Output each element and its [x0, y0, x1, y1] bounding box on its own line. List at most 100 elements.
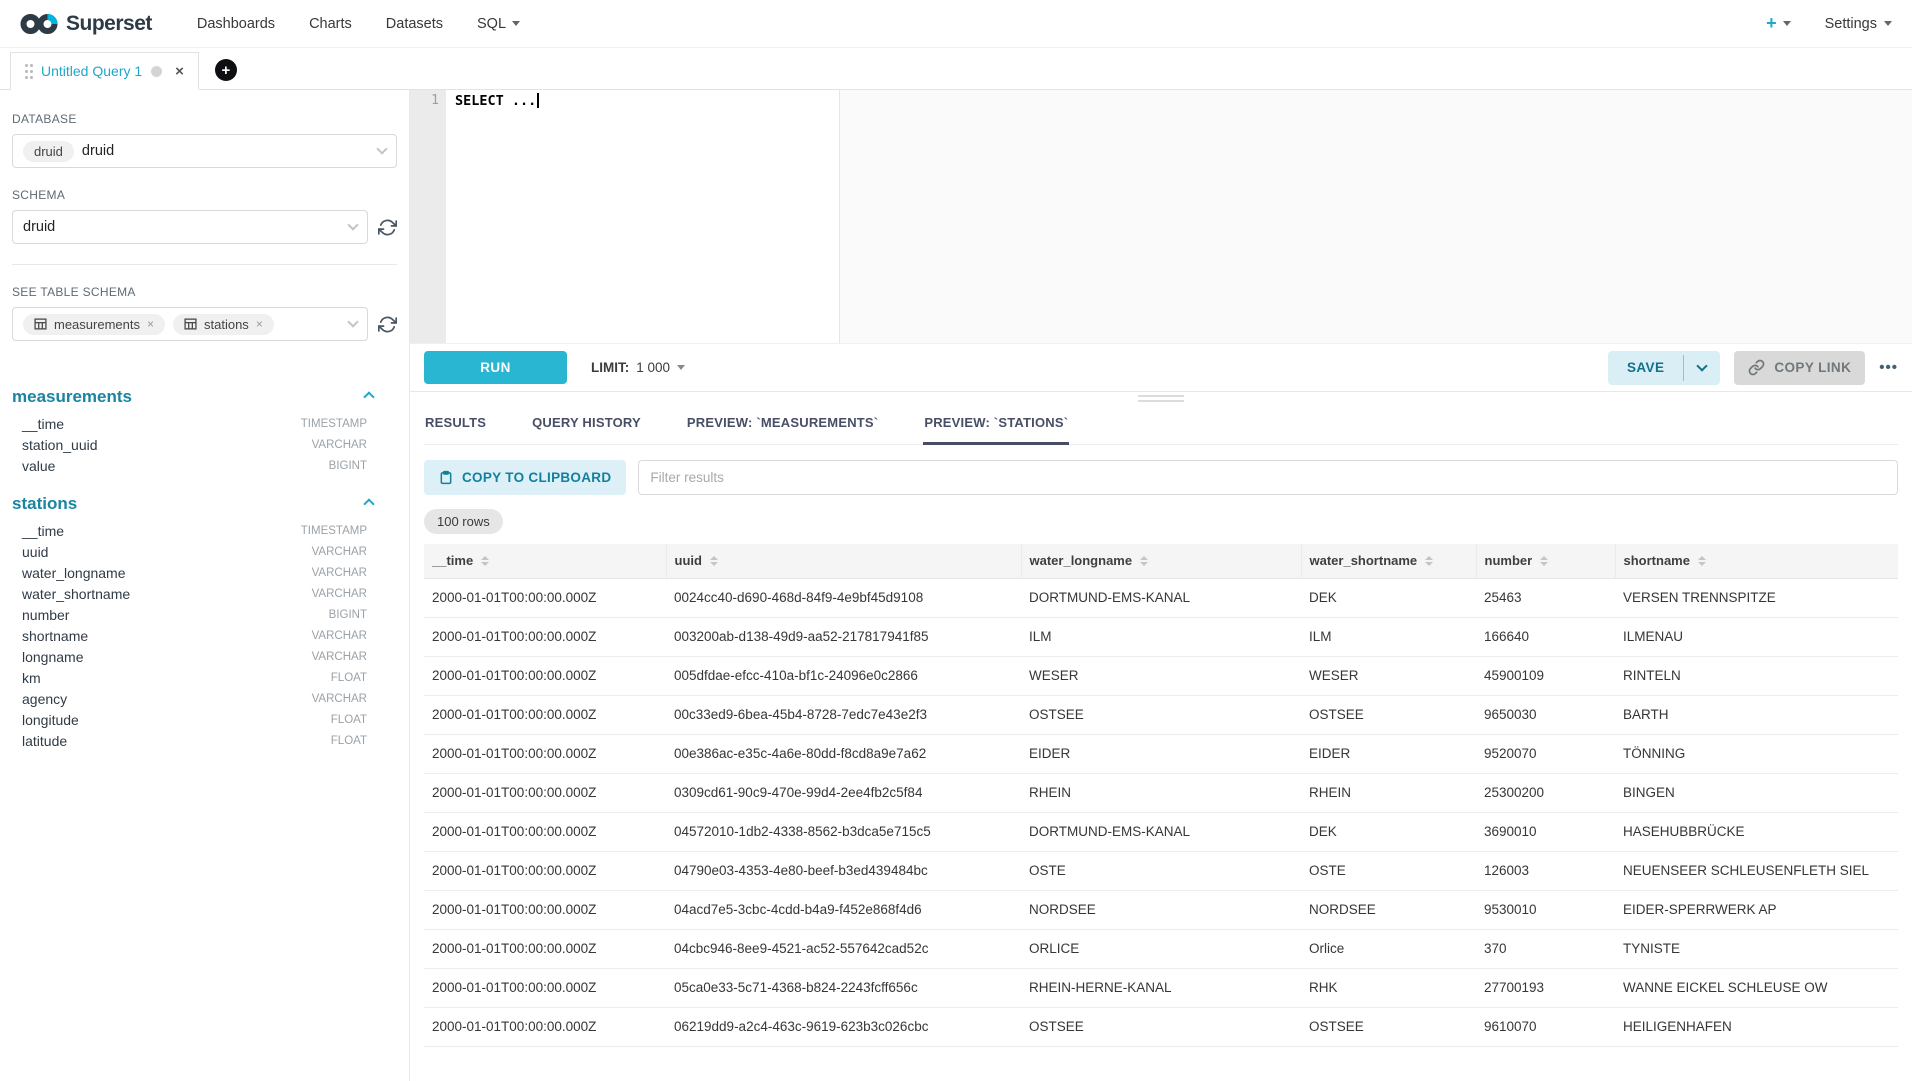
refresh-tables-icon[interactable]: [378, 315, 397, 334]
cell: ILM: [1021, 617, 1301, 656]
column-header-label: shortname: [1624, 553, 1690, 568]
print-margin-line: [839, 90, 840, 343]
table-row[interactable]: 2000-01-01T00:00:00.000Z04cbc946-8ee9-45…: [424, 929, 1898, 968]
column-header-label: __time: [432, 553, 473, 568]
cell: 00e386ac-e35c-4a6e-80dd-f8cd8a9e7a62: [666, 734, 1021, 773]
cell: 370: [1476, 929, 1615, 968]
table-chip-stations[interactable]: stations ×: [173, 314, 274, 335]
table-row[interactable]: 2000-01-01T00:00:00.000Z00c33ed9-6bea-45…: [424, 695, 1898, 734]
new-item-button[interactable]: +: [1766, 13, 1791, 34]
sort-icon[interactable]: [1540, 556, 1548, 566]
sort-down-icon: [1140, 562, 1148, 566]
limit-dropdown[interactable]: LIMIT: 1 000: [591, 360, 685, 375]
run-button[interactable]: RUN: [424, 351, 567, 384]
sql-lab-sidebar: DATABASE druid druid SCHEMA druid: [0, 90, 410, 1081]
schema-select[interactable]: druid: [12, 210, 368, 244]
table-row[interactable]: 2000-01-01T00:00:00.000Z04572010-1db2-43…: [424, 812, 1898, 851]
nav-item-sql[interactable]: SQL: [477, 16, 520, 32]
settings-menu[interactable]: Settings: [1825, 16, 1892, 32]
refresh-schema-icon[interactable]: [378, 218, 397, 237]
copy-link-button[interactable]: COPY LINK: [1734, 351, 1865, 385]
cell: 04cbc946-8ee9-4521-ac52-557642cad52c: [666, 929, 1021, 968]
cell: DEK: [1301, 812, 1476, 851]
schema-table-header[interactable]: measurements: [12, 383, 397, 413]
superset-logo[interactable]: Superset: [20, 12, 152, 36]
table-name-label: stations: [12, 494, 77, 514]
sort-icon[interactable]: [710, 556, 718, 566]
column-name: longitude: [22, 712, 79, 728]
schema-label: SCHEMA: [12, 188, 397, 202]
column-header-shortname[interactable]: shortname: [1615, 544, 1898, 578]
cell: 2000-01-01T00:00:00.000Z: [424, 890, 666, 929]
column-header-uuid[interactable]: uuid: [666, 544, 1021, 578]
column-type: TIMESTAMP: [301, 418, 367, 430]
sql-code-line[interactable]: SELECT ...: [446, 90, 1912, 111]
nav-item-datasets[interactable]: Datasets: [386, 16, 443, 32]
column-row: numberBIGINT: [12, 604, 397, 625]
result-tab-query-history[interactable]: QUERY HISTORY: [531, 405, 642, 445]
save-button[interactable]: SAVE: [1608, 351, 1683, 385]
panel-resize-handle[interactable]: [410, 392, 1912, 405]
save-options-button[interactable]: [1684, 351, 1720, 385]
table-schema-select[interactable]: measurements × stations ×: [12, 307, 368, 341]
table-row[interactable]: 2000-01-01T00:00:00.000Z0024cc40-d690-46…: [424, 578, 1898, 617]
column-header-number[interactable]: number: [1476, 544, 1615, 578]
table-row[interactable]: 2000-01-01T00:00:00.000Z003200ab-d138-49…: [424, 617, 1898, 656]
column-name: longname: [22, 649, 84, 665]
sort-down-icon: [1698, 562, 1706, 566]
column-type: VARCHAR: [312, 630, 367, 642]
cell: 0024cc40-d690-468d-84f9-4e9bf45d9108: [666, 578, 1021, 617]
filter-results-input[interactable]: [638, 460, 1898, 495]
result-tab-preview-stations[interactable]: PREVIEW: `STATIONS`: [923, 405, 1069, 445]
cell: 25463: [1476, 578, 1615, 617]
cell: BARTH: [1615, 695, 1898, 734]
query-tab-untitled-query-1[interactable]: Untitled Query 1 ×: [10, 52, 199, 90]
sql-lab-app: Superset Dashboards Charts Datasets SQL …: [0, 0, 1912, 1081]
sort-down-icon: [710, 562, 718, 566]
column-name: uuid: [22, 544, 48, 560]
query-status-dot: [151, 66, 162, 77]
column-header-water-longname[interactable]: water_longname: [1021, 544, 1301, 578]
chevron-up-icon[interactable]: [363, 391, 374, 402]
cell: Orlice: [1301, 929, 1476, 968]
column-row: __timeTIMESTAMP: [12, 413, 397, 434]
sort-icon[interactable]: [1698, 556, 1706, 566]
schema-table-header[interactable]: stations: [12, 490, 397, 520]
table-row[interactable]: 2000-01-01T00:00:00.000Z04790e03-4353-4e…: [424, 851, 1898, 890]
table-row[interactable]: 2000-01-01T00:00:00.000Z005dfdae-efcc-41…: [424, 656, 1898, 695]
close-tab-icon[interactable]: ×: [175, 63, 184, 80]
database-select[interactable]: druid druid: [12, 134, 397, 168]
brand-name: Superset: [66, 12, 152, 36]
nav-item-dashboards[interactable]: Dashboards: [197, 16, 275, 32]
add-query-tab-button[interactable]: +: [215, 59, 237, 81]
column-header-time[interactable]: __time: [424, 544, 666, 578]
cell: DORTMUND-EMS-KANAL: [1021, 578, 1301, 617]
column-name: shortname: [22, 628, 88, 644]
save-split-button[interactable]: SAVE: [1608, 351, 1720, 385]
cell: NORDSEE: [1301, 890, 1476, 929]
column-header-water-shortname[interactable]: water_shortname: [1301, 544, 1476, 578]
copy-to-clipboard-button[interactable]: COPY TO CLIPBOARD: [424, 460, 626, 495]
result-tab-preview-measurements[interactable]: PREVIEW: `MEASUREMENTS`: [686, 405, 879, 445]
chevron-up-icon[interactable]: [363, 498, 374, 509]
cell: TYNISTE: [1615, 929, 1898, 968]
sort-icon[interactable]: [481, 556, 489, 566]
sql-editor[interactable]: 1 SELECT ...: [410, 90, 1912, 344]
text-cursor: [537, 93, 539, 108]
result-tab-results[interactable]: RESULTS: [424, 405, 487, 445]
more-actions-button[interactable]: •••: [1879, 359, 1898, 376]
table-row[interactable]: 2000-01-01T00:00:00.000Z05ca0e33-5c71-43…: [424, 968, 1898, 1007]
column-row: uuidVARCHAR: [12, 541, 397, 562]
table-row[interactable]: 2000-01-01T00:00:00.000Z04acd7e5-3cbc-4c…: [424, 890, 1898, 929]
remove-table-icon[interactable]: ×: [147, 317, 154, 331]
sort-icon[interactable]: [1140, 556, 1148, 566]
table-row[interactable]: 2000-01-01T00:00:00.000Z00e386ac-e35c-4a…: [424, 734, 1898, 773]
sort-icon[interactable]: [1425, 556, 1433, 566]
drag-handle-icon[interactable]: [25, 64, 28, 67]
table-row[interactable]: 2000-01-01T00:00:00.000Z0309cd61-90c9-47…: [424, 773, 1898, 812]
table-chip-measurements[interactable]: measurements ×: [23, 314, 165, 335]
nav-item-charts[interactable]: Charts: [309, 16, 352, 32]
remove-table-icon[interactable]: ×: [256, 317, 263, 331]
column-name: __time: [22, 523, 64, 539]
table-row[interactable]: 2000-01-01T00:00:00.000Z06219dd9-a2c4-46…: [424, 1007, 1898, 1046]
